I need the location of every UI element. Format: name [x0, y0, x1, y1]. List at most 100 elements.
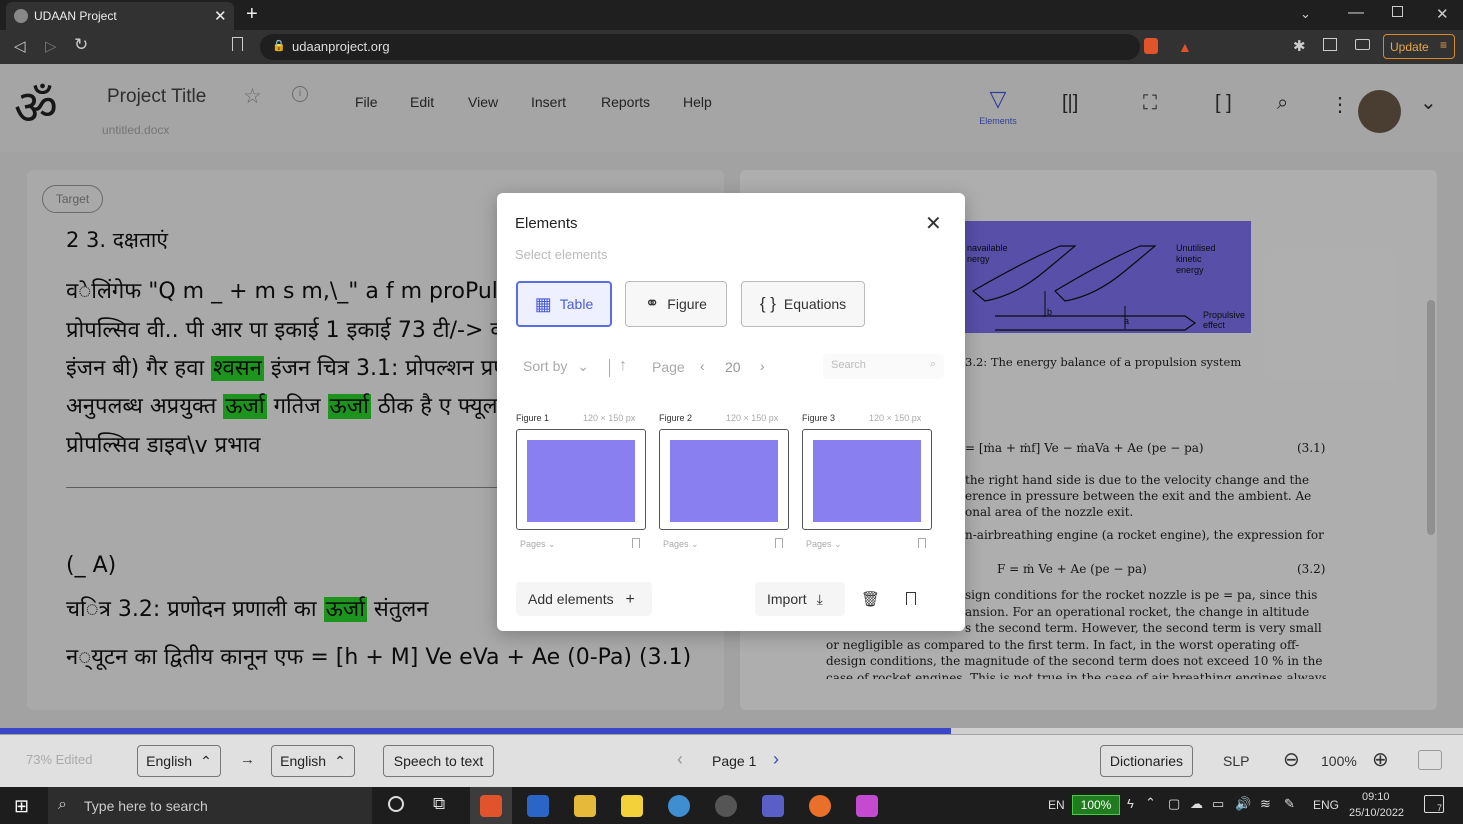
figure-type-label: Figure [667, 296, 707, 312]
chevron-up-icon[interactable]: ⌃ [1145, 795, 1156, 811]
task-view-icon[interactable]: ⧉ [433, 794, 445, 814]
tab-list-chevron-icon[interactable]: ⌄ [1300, 6, 1311, 22]
search-input[interactable]: Search ⌕ [823, 354, 944, 379]
figure-1-thumbnail[interactable] [516, 429, 646, 530]
search-icon: ⌕ [58, 796, 67, 813]
figure-3-pages-dropdown[interactable]: Pages ⌄ [806, 539, 842, 550]
figure-2-thumbnail[interactable] [659, 429, 789, 530]
plus-icon: + [625, 591, 635, 608]
back-icon[interactable]: ◁ [14, 37, 26, 55]
zoom-in-icon[interactable]: ⊕ [1372, 747, 1389, 772]
dictionaries-button[interactable]: Dictionaries [1100, 745, 1193, 777]
chevron-up-icon: ⌃ [200, 752, 212, 769]
brave-rewards-icon[interactable]: ▲ [1178, 39, 1192, 55]
firefox-icon[interactable] [809, 795, 831, 817]
page-number[interactable]: 20 [725, 359, 741, 375]
close-tab-icon[interactable]: ✕ [214, 7, 227, 25]
wallet-icon[interactable] [1355, 39, 1370, 50]
taskbar-search-box[interactable]: ⌕ Type here to search [48, 787, 372, 824]
minimize-icon[interactable]: — [1348, 4, 1364, 22]
import-button[interactable]: Import ⤓ [755, 582, 845, 616]
prev-page-icon[interactable]: ‹ [677, 749, 683, 770]
pen-icon[interactable]: ✎ [1284, 796, 1295, 812]
figure-3-label: Figure 3 [802, 413, 836, 423]
bookmark-icon[interactable] [775, 538, 783, 548]
site-favicon-icon [14, 9, 28, 23]
prev-page-icon[interactable]: ‹ [700, 358, 705, 374]
battery-icon[interactable]: ▭ [1212, 796, 1224, 812]
notifications-icon[interactable]: 7 [1424, 795, 1444, 813]
browser-tab[interactable]: UDAAN Project ✕ [6, 2, 234, 30]
cloud-icon[interactable]: ☁ [1190, 796, 1203, 812]
clock-time[interactable]: 09:10 [1362, 791, 1390, 803]
slp-button[interactable]: SLP [1223, 753, 1249, 769]
language-indicator[interactable]: EN [1048, 798, 1065, 812]
source-language-label: English [146, 753, 193, 769]
import-label: Import [767, 591, 807, 607]
next-page-icon[interactable]: › [773, 749, 779, 770]
elements-dialog: Elements ✕ Select elements ▦ Table ⚭ Fig… [497, 193, 965, 631]
brave-shield-icon[interactable] [1144, 38, 1158, 54]
teams-icon[interactable] [762, 795, 784, 817]
figure-thumbnail-image [670, 440, 778, 522]
reload-icon[interactable]: ↻ [74, 35, 88, 55]
sidebar-icon[interactable] [1323, 38, 1337, 51]
add-elements-button[interactable]: Add elements + [516, 582, 652, 616]
equations-type-button[interactable]: { } Equations [741, 281, 865, 327]
lock-icon: 🔒 [272, 40, 286, 52]
figure-2-size: 120 × 150 px [726, 413, 779, 423]
next-page-icon[interactable]: › [760, 358, 765, 374]
edit-progress-fill [0, 728, 951, 734]
charging-icon: ϟ [1127, 796, 1134, 811]
fit-screen-icon[interactable] [1418, 750, 1442, 770]
keyboard-language[interactable]: ENG [1313, 798, 1339, 812]
bookmark-icon[interactable] [232, 37, 243, 51]
sort-direction-icon[interactable]: ↑ [619, 357, 627, 375]
close-window-icon[interactable]: ✕ [1436, 5, 1449, 23]
table-type-button[interactable]: ▦ Table [516, 281, 612, 327]
figure-type-button[interactable]: ⚭ Figure [625, 281, 727, 327]
file-explorer-icon[interactable] [574, 795, 596, 817]
separator [609, 359, 610, 377]
tab-title: UDAAN Project [34, 9, 117, 23]
new-tab-icon[interactable]: + [246, 3, 258, 26]
target-language-select[interactable]: English ⌃ [271, 745, 355, 777]
figma-icon[interactable] [856, 795, 878, 817]
speech-to-text-button[interactable]: Speech to text [383, 745, 494, 777]
extensions-icon[interactable]: ✱ [1293, 37, 1306, 55]
figure-1-pages-dropdown[interactable]: Pages ⌄ [520, 539, 556, 550]
zoom-out-icon[interactable]: ⊖ [1283, 747, 1300, 772]
brave-browser-icon[interactable] [480, 795, 502, 817]
close-icon[interactable]: ✕ [925, 211, 942, 236]
update-button[interactable]: Update ≡ [1383, 34, 1455, 59]
dialog-subtitle: Select elements [515, 247, 608, 262]
figure-2-pages-dropdown[interactable]: Pages ⌄ [663, 539, 699, 550]
edit-progress-track [0, 728, 1463, 734]
outlook-icon[interactable] [527, 795, 549, 817]
obs-icon[interactable] [715, 795, 737, 817]
sticky-notes-icon[interactable] [621, 795, 643, 817]
windows-start-icon[interactable]: ⊞ [14, 796, 29, 817]
trash-icon[interactable]: 🗑 [861, 590, 880, 608]
tray-icon[interactable]: ▢ [1168, 796, 1180, 812]
volume-icon[interactable]: 🔊 [1235, 796, 1251, 812]
figure-3-thumbnail[interactable] [802, 429, 932, 530]
chevron-down-icon: ⌄ [577, 358, 589, 374]
url-field[interactable]: 🔒 udaanproject.org ▲ [260, 34, 1192, 60]
update-label: Update [1390, 40, 1429, 54]
forward-icon[interactable]: ▷ [45, 37, 57, 55]
source-language-select[interactable]: English ⌃ [137, 745, 221, 777]
cortana-icon[interactable] [388, 796, 404, 812]
arduino-icon[interactable] [668, 795, 690, 817]
bookmark-icon[interactable] [906, 592, 916, 605]
figure-3-size: 120 × 150 px [869, 413, 922, 423]
clock-date[interactable]: 25/10/2022 [1349, 807, 1404, 819]
sort-by-dropdown[interactable]: Sort by ⌄ [523, 358, 589, 375]
maximize-icon[interactable] [1392, 6, 1403, 17]
dialog-title: Elements [515, 215, 578, 232]
bookmark-icon[interactable] [632, 538, 640, 548]
wifi-icon[interactable]: ≋ [1260, 796, 1271, 812]
bookmark-icon[interactable] [918, 538, 926, 548]
battery-percent: 100% [1072, 795, 1120, 815]
edited-status: 73% Edited [26, 752, 93, 767]
